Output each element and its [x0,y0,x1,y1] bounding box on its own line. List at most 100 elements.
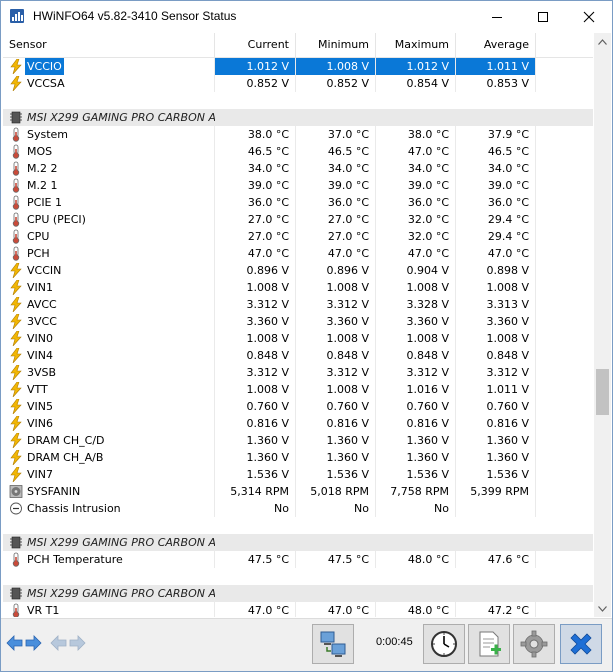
current-value-cell: 38.0 °C [215,126,296,143]
settings-button[interactable] [513,624,555,664]
sensor-label: CPU (PECI) [27,213,86,226]
column-header-sensor[interactable]: Sensor [3,33,215,57]
minimum-value-cell: 1.008 V [296,330,376,347]
column-header-current[interactable]: Current [215,33,296,57]
minimize-button[interactable] [474,1,520,32]
maximum-value-cell: 32.0 °C [376,228,456,245]
table-row[interactable]: VIN5 0.760 V 0.760 V 0.760 V 0.760 V [3,398,593,415]
average-value-cell: 1.536 V [456,466,536,483]
table-row[interactable]: VIN6 0.816 V 0.816 V 0.816 V 0.816 V [3,415,593,432]
average-value-cell: 0.760 V [456,398,536,415]
bolt-icon [9,466,23,483]
table-row[interactable]: VR T1 47.0 °C 47.0 °C 48.0 °C 47.2 °C [3,602,593,617]
network-button[interactable] [312,624,354,664]
sensor-label: VIN0 [27,332,53,345]
close-window-button[interactable] [566,1,612,32]
bolt-icon [9,75,23,92]
navigate-sensor-button[interactable] [4,628,44,658]
thermometer-icon [9,229,23,244]
column-header-maximum[interactable]: Maximum [376,33,456,57]
table-row[interactable]: PCIE 1 36.0 °C 36.0 °C 36.0 °C 36.0 °C [3,194,593,211]
table-row[interactable]: 3VCC 3.360 V 3.360 V 3.360 V 3.360 V [3,313,593,330]
table-row[interactable]: AVCC 3.312 V 3.312 V 3.328 V 3.313 V [3,296,593,313]
table-row[interactable]: SYSFANIN 5,314 RPM 5,018 RPM 7,758 RPM 5,399… [3,483,593,500]
average-value-cell [456,500,536,517]
average-value-cell: 0.816 V [456,415,536,432]
maximum-value-cell [376,585,456,602]
thermometer-icon [9,144,23,159]
column-header-average[interactable]: Average [456,33,536,57]
sensor-group-row[interactable]: MSI X299 GAMING PRO CARBON AC... [3,534,593,551]
bolt-icon [9,364,23,381]
title-bar[interactable]: HWiNFO64 v5.82-3410 Sensor Status [1,1,612,32]
table-row[interactable]: PCH 47.0 °C 47.0 °C 47.0 °C 47.0 °C [3,245,593,262]
scrollbar-thumb[interactable] [596,369,609,415]
table-row[interactable]: VCCIN 0.896 V 0.896 V 0.904 V 0.898 V [3,262,593,279]
navigate-sensor-disabled-button[interactable] [48,628,88,658]
table-row[interactable]: 3VSB 3.312 V 3.312 V 3.312 V 3.312 V [3,364,593,381]
sensor-name-cell: VCCSA [3,75,215,92]
clock-icon [431,631,457,657]
scroll-up-button[interactable] [594,33,611,50]
sensor-name-cell: VIN4 [3,347,215,364]
maximum-value-cell [376,534,456,551]
table-row[interactable]: VIN7 1.536 V 1.536 V 1.536 V 1.536 V [3,466,593,483]
table-row[interactable]: VCCSA 0.852 V 0.852 V 0.854 V 0.853 V [3,75,593,92]
sensor-name-cell: VIN0 [3,330,215,347]
sensor-table[interactable]: Sensor Current Minimum Maximum Average V… [3,33,593,617]
close-sensors-button[interactable] [560,624,602,664]
maximum-value-cell: 7,758 RPM [376,483,456,500]
sensor-name-cell: VIN5 [3,398,215,415]
current-value-cell: 34.0 °C [215,160,296,177]
table-row[interactable]: CPU (PECI) 27.0 °C 27.0 °C 32.0 °C 29.4 °C [3,211,593,228]
average-value-cell: 1.011 V [456,58,536,75]
elapsed-time: 0:00:45 [376,636,413,648]
minimum-value-cell: 27.0 °C [296,211,376,228]
table-row[interactable]: MOS 46.5 °C 46.5 °C 47.0 °C 46.5 °C [3,143,593,160]
sensor-group-row[interactable]: MSI X299 GAMING PRO CARBON AC... [3,109,593,126]
sensor-name-cell: M.2 2 [3,160,215,177]
maximum-value-cell: 39.0 °C [376,177,456,194]
table-row[interactable]: DRAM CH_C/D 1.360 V 1.360 V 1.360 V 1.360 V [3,432,593,449]
average-value-cell: 39.0 °C [456,177,536,194]
vertical-scrollbar[interactable] [594,33,611,617]
table-row[interactable]: VIN1 1.008 V 1.008 V 1.008 V 1.008 V [3,279,593,296]
chip-icon [9,110,23,125]
minimum-value-cell: 0.848 V [296,347,376,364]
sensor-label: AVCC [27,298,57,311]
maximize-button[interactable] [520,1,566,32]
minimize-icon [492,16,502,18]
current-value-cell: 27.0 °C [215,228,296,245]
current-value-cell: 3.360 V [215,313,296,330]
table-row[interactable]: VIN0 1.008 V 1.008 V 1.008 V 1.008 V [3,330,593,347]
sensor-name-cell: VCCIO [3,58,215,75]
table-row[interactable]: CPU 27.0 °C 27.0 °C 32.0 °C 29.4 °C [3,228,593,245]
minimum-value-cell: 3.312 V [296,296,376,313]
table-row[interactable]: Chassis Intrusion No No No [3,500,593,517]
reset-timer-button[interactable] [423,624,465,664]
table-row[interactable]: M.2 2 34.0 °C 34.0 °C 34.0 °C 34.0 °C [3,160,593,177]
maximum-value-cell: 3.360 V [376,313,456,330]
table-row[interactable]: System 38.0 °C 37.0 °C 38.0 °C 37.9 °C [3,126,593,143]
current-value-cell: 47.0 °C [215,245,296,262]
maximum-value-cell: 3.312 V [376,364,456,381]
maximum-value-cell: 1.536 V [376,466,456,483]
average-value-cell: 0.853 V [456,75,536,92]
bolt-icon [9,262,23,279]
table-row[interactable]: M.2 1 39.0 °C 39.0 °C 39.0 °C 39.0 °C [3,177,593,194]
minimum-value-cell: 0.816 V [296,415,376,432]
current-value-cell: 47.5 °C [215,551,296,568]
sensor-label: PCH Temperature [27,553,123,566]
table-row[interactable]: VCCIO 1.012 V 1.008 V 1.012 V 1.011 V [3,58,593,75]
logging-button[interactable] [468,624,510,664]
average-value-cell: 37.9 °C [456,126,536,143]
table-row[interactable]: DRAM CH_A/B 1.360 V 1.360 V 1.360 V 1.360 V [3,449,593,466]
table-row[interactable]: VIN4 0.848 V 0.848 V 0.848 V 0.848 V [3,347,593,364]
average-value-cell: 1.008 V [456,330,536,347]
column-header-minimum[interactable]: Minimum [296,33,376,57]
maximum-value-cell: 1.360 V [376,449,456,466]
sensor-group-row[interactable]: MSI X299 GAMING PRO CARBON AC... [3,585,593,602]
scroll-down-button[interactable] [594,600,611,617]
table-row[interactable]: PCH Temperature 47.5 °C 47.5 °C 48.0 °C 47.6… [3,551,593,568]
table-row[interactable]: VTT 1.008 V 1.008 V 1.016 V 1.011 V [3,381,593,398]
